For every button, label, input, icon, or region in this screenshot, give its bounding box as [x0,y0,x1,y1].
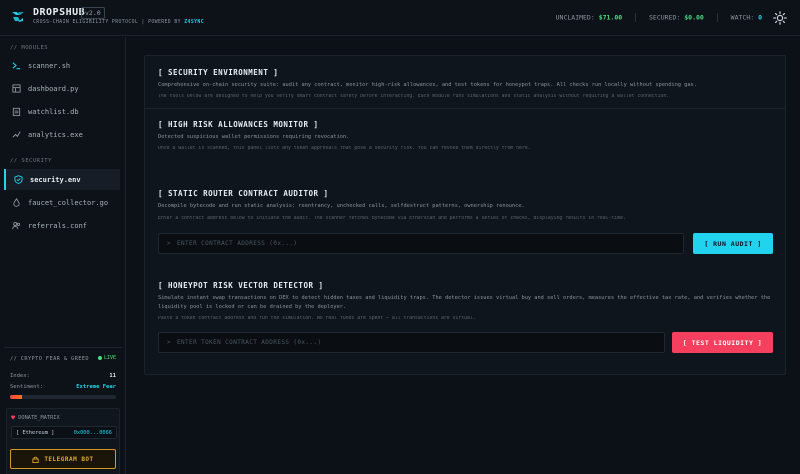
modules-section-label: // MODULES [10,45,49,51]
honeypot-note: Paste a token contract address and run t… [158,316,476,321]
secured-label: SECURED: [649,13,681,22]
allowances-note: Once a wallet is scanned, this panel lis… [158,146,531,151]
terminal-icon [12,62,21,70]
stats-bar: UNCLAIMED: $71.00 SECURED: $0.00 WATCH: … [556,13,762,22]
sidebar-item-security[interactable]: security.env [4,169,120,190]
donate-address[interactable]: 0x000...0066 [74,430,112,436]
token-address-input[interactable]: > ENTER TOKEN CONTRACT ADDRESS (0x...) [158,332,665,353]
fear-greed-bar-fill [10,395,22,399]
sentiment-row: Sentiment: Extreme Fear [10,384,116,390]
clipboard-icon [12,107,21,116]
subtitle: CROSS-CHAIN ELIGIBILITY PROTOCOL | POWER… [33,20,204,25]
fear-greed-title: // CRYPTO FEAR & GREED [10,356,89,362]
version-badge: v2.0 [81,7,105,19]
sidebar-item-label: faucet_collector.go [28,198,109,207]
watch-value: 0 [758,13,762,22]
watch-label: WATCH: [730,13,755,22]
live-dot-icon [97,356,102,360]
sidebar-item-referrals[interactable]: referrals.conf [4,215,120,236]
security-environment-desc: Comprehensive on-chain security suite: a… [158,82,697,88]
sidebar-item-watchlist[interactable]: watchlist.db [4,101,120,122]
sidebar-item-label: scanner.sh [28,61,71,70]
brand-name: DROPSHUB [33,7,86,18]
token-address-placeholder: ENTER TOKEN CONTRACT ADDRESS (0x...) [177,339,322,346]
donate-network: [ Ethereum ] [16,429,55,436]
lock-icon [32,456,39,463]
live-label: LIVE [103,355,116,361]
sentiment-label: Sentiment: [10,384,44,390]
shield-icon [14,175,23,184]
contract-address-input[interactable]: > ENTER CONTRACT ADDRESS (0x...) [158,233,684,254]
donate-title-text: DONATE_MATRIX [18,415,60,421]
section-divider [145,108,785,109]
powered-by-link[interactable]: Z4SYNC [184,20,204,25]
sun-icon[interactable] [773,11,787,25]
security-environment-note: The tools below are designed to help you… [158,94,670,99]
auditor-note: Enter a contract address below to initia… [158,216,626,221]
live-badge: LIVE [97,355,116,361]
sidebar-item-label: analytics.exe [28,130,83,139]
honeypot-desc: Simulate instant swap transactions on DE… [158,295,771,310]
sidebar-item-faucet[interactable]: faucet_collector.go [4,192,120,213]
index-value: 11 [109,373,116,379]
sidebar-item-dashboard[interactable]: dashboard.py [4,78,120,99]
sidebar: // MODULES scanner.sh dashboard.py watch… [0,37,126,474]
auditor-desc: Decompile bytecode and run static analys… [158,203,525,209]
allowances-desc: Detected suspicious wallet permissions r… [158,134,350,140]
security-environment-title: [ SECURITY ENVIRONMENT ] [158,68,279,77]
security-section-label: // SECURITY [10,158,52,164]
donate-address-row[interactable]: [ Ethereum ] 0x000...0066 [11,426,117,439]
drop-icon [13,198,20,207]
honeypot-title: [ HONEYPOT RISK VECTOR DETECTOR ] [158,281,324,290]
sidebar-item-label: referrals.conf [28,221,88,230]
telegram-bot-button[interactable]: TELEGRAM BOT [10,449,116,469]
subtitle-text: CROSS-CHAIN ELIGIBILITY PROTOCOL | POWER… [33,20,181,25]
sidebar-item-scanner[interactable]: scanner.sh [4,55,120,76]
sidebar-item-label: security.env [30,175,81,184]
stats-divider [716,13,718,22]
prompt-caret-icon: > [167,339,172,346]
security-panel: [ SECURITY ENVIRONMENT ] Comprehensive o… [144,55,786,375]
auditor-title: [ STATIC ROUTER CONTRACT AUDITOR ] [158,189,329,198]
sidebar-item-label: watchlist.db [28,107,79,116]
sentiment-value: Extreme Fear [76,384,116,390]
dropshub-logo-icon [12,12,24,22]
users-icon [12,221,21,230]
telegram-bot-label: TELEGRAM BOT [44,455,94,463]
sidebar-item-label: dashboard.py [28,84,79,93]
index-label: Index: [10,373,30,379]
test-liquidity-button[interactable]: [ TEST LIQUIDITY ] [672,332,773,353]
heart-icon: ♥ [11,414,16,422]
sidebar-item-analytics[interactable]: analytics.exe [4,124,120,145]
secured-value: $0.00 [684,13,704,22]
run-audit-button[interactable]: [ RUN AUDIT ] [693,233,773,254]
chart-icon [12,131,21,138]
prompt-caret-icon: > [167,240,172,247]
unclaimed-value: $71.00 [598,13,623,22]
contract-address-placeholder: ENTER CONTRACT ADDRESS (0x...) [177,240,298,247]
unclaimed-label: UNCLAIMED: [555,13,595,22]
grid-icon [12,84,21,93]
donate-title: ♥ DONATE_MATRIX [11,414,60,422]
index-row: Index: 11 [10,373,116,379]
fear-greed-bar [10,395,116,399]
top-bar: DROPSHUB v2.0 CROSS-CHAIN ELIGIBILITY PR… [0,0,800,36]
allowances-title: [ HIGH RISK ALLOWANCES MONITOR ] [158,120,319,129]
stats-divider [635,13,637,22]
